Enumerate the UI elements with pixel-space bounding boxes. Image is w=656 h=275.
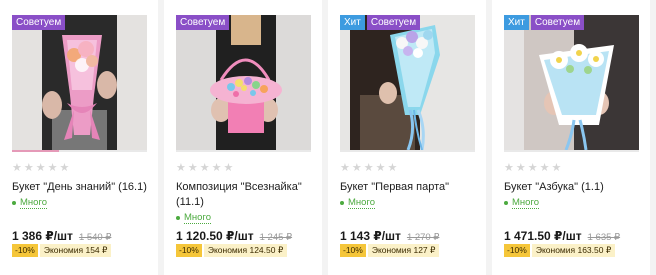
dot-icon xyxy=(176,216,180,220)
product-grid: Советуем ★ ★ ★ ★ ★ Букет "День знаний" (… xyxy=(0,0,656,275)
price: 1 471.50 ₽/шт xyxy=(504,229,582,243)
product-photo[interactable]: Хит Советуем xyxy=(504,15,639,150)
stock-label: Много xyxy=(512,197,539,209)
star-icon[interactable]: ★ xyxy=(352,163,362,174)
old-price: 1 635 ₽ xyxy=(587,232,621,243)
stock-status: Много xyxy=(340,197,375,209)
price-row: 1 386 ₽/шт 1 540 ₽ xyxy=(12,229,111,243)
bouquet-photo-image xyxy=(504,15,639,150)
product-title[interactable]: Букет "День знаний" (16.1) xyxy=(12,180,152,195)
gallery-progress xyxy=(504,150,639,152)
bouquet-photo-image xyxy=(176,15,311,150)
badge-group: Хит Советуем xyxy=(340,15,421,30)
price-row: 1 120.50 ₽/шт 1 245 ₽ xyxy=(176,229,292,243)
dot-icon xyxy=(504,201,508,205)
star-icon[interactable]: ★ xyxy=(188,163,198,174)
rating-stars[interactable]: ★ ★ ★ ★ ★ xyxy=(340,163,397,174)
star-icon[interactable]: ★ xyxy=(200,163,210,174)
stock-status: Много xyxy=(504,197,539,209)
product-title[interactable]: Букет "Первая парта" xyxy=(340,180,480,195)
price: 1 386 ₽/шт xyxy=(12,229,73,243)
discount-badge: -10% xyxy=(504,244,530,257)
badge-hit: Хит xyxy=(340,15,365,30)
product-card[interactable]: Советуем ★ ★ ★ ★ ★ Букет "День знаний" (… xyxy=(0,0,158,275)
product-card[interactable]: Советуем ★ ★ ★ ★ ★ Композиция "Всезнайка… xyxy=(164,0,322,275)
saving-badge: Экономия 163.50 ₽ xyxy=(531,244,616,257)
badge-advice: Советуем xyxy=(176,15,230,30)
dot-icon xyxy=(340,201,344,205)
star-icon[interactable]: ★ xyxy=(516,163,526,174)
old-price: 1 270 ₽ xyxy=(406,232,440,243)
saving-badge: Экономия 154 ₽ xyxy=(39,244,112,257)
star-icon[interactable]: ★ xyxy=(12,163,22,174)
product-title[interactable]: Композиция "Всезнайка" (11.1) xyxy=(176,180,316,210)
dot-icon xyxy=(12,201,16,205)
star-icon[interactable]: ★ xyxy=(176,163,186,174)
badge-advice: Советуем xyxy=(366,15,421,30)
stock-status: Много xyxy=(12,197,47,209)
star-icon[interactable]: ★ xyxy=(24,163,34,174)
old-price: 1 540 ₽ xyxy=(78,232,112,243)
old-price: 1 245 ₽ xyxy=(259,232,293,243)
star-icon[interactable]: ★ xyxy=(376,163,386,174)
star-icon[interactable]: ★ xyxy=(212,163,222,174)
price-row: 1 143 ₽/шт 1 270 ₽ xyxy=(340,229,439,243)
discount-badge: -10% xyxy=(176,244,202,257)
product-card[interactable]: Хит Советуем ★ ★ ★ ★ ★ Букет "Азбука" (1… xyxy=(492,0,650,275)
star-icon[interactable]: ★ xyxy=(552,163,562,174)
star-icon[interactable]: ★ xyxy=(388,163,398,174)
star-icon[interactable]: ★ xyxy=(224,163,234,174)
gallery-progress xyxy=(340,150,475,152)
rating-stars[interactable]: ★ ★ ★ ★ ★ xyxy=(176,163,233,174)
star-icon[interactable]: ★ xyxy=(528,163,538,174)
star-icon[interactable]: ★ xyxy=(540,163,550,174)
price: 1 120.50 ₽/шт xyxy=(176,229,254,243)
star-icon[interactable]: ★ xyxy=(60,163,70,174)
bouquet-photo-image xyxy=(12,15,147,150)
star-icon[interactable]: ★ xyxy=(504,163,514,174)
saving-badge: Экономия 127 ₽ xyxy=(367,244,440,257)
discount-row: -10% Экономия 124.50 ₽ xyxy=(176,244,288,257)
gallery-progress xyxy=(12,150,147,152)
bouquet-photo-image xyxy=(340,15,475,150)
discount-badge: -10% xyxy=(340,244,366,257)
gallery-progress xyxy=(176,150,311,152)
discount-row: -10% Экономия 163.50 ₽ xyxy=(504,244,616,257)
badge-group: Хит Советуем xyxy=(504,15,585,30)
rating-stars[interactable]: ★ ★ ★ ★ ★ xyxy=(12,163,69,174)
badge-group: Советуем xyxy=(176,15,230,30)
product-title[interactable]: Букет "Азбука" (1.1) xyxy=(504,180,644,195)
price-row: 1 471.50 ₽/шт 1 635 ₽ xyxy=(504,229,620,243)
product-card[interactable]: Хит Советуем ★ ★ ★ ★ ★ Букет "Первая пар… xyxy=(328,0,486,275)
product-photo[interactable]: Советуем xyxy=(12,15,147,150)
badge-advice: Советуем xyxy=(530,15,585,30)
star-icon[interactable]: ★ xyxy=(48,163,58,174)
product-photo[interactable]: Советуем xyxy=(176,15,311,150)
discount-badge: -10% xyxy=(12,244,38,257)
star-icon[interactable]: ★ xyxy=(364,163,374,174)
saving-badge: Экономия 124.50 ₽ xyxy=(203,244,288,257)
stock-label: Много xyxy=(20,197,47,209)
badge-hit: Хит xyxy=(504,15,529,30)
stock-label: Много xyxy=(184,212,211,224)
discount-row: -10% Экономия 154 ₽ xyxy=(12,244,112,257)
star-icon[interactable]: ★ xyxy=(340,163,350,174)
gallery-progress-fill xyxy=(12,150,60,152)
rating-stars[interactable]: ★ ★ ★ ★ ★ xyxy=(504,163,561,174)
stock-status: Много xyxy=(176,212,211,224)
badge-advice: Советуем xyxy=(12,15,66,30)
stock-label: Много xyxy=(348,197,375,209)
discount-row: -10% Экономия 127 ₽ xyxy=(340,244,440,257)
price: 1 143 ₽/шт xyxy=(340,229,401,243)
badge-group: Советуем xyxy=(12,15,66,30)
product-photo[interactable]: Хит Советуем xyxy=(340,15,475,150)
star-icon[interactable]: ★ xyxy=(36,163,46,174)
